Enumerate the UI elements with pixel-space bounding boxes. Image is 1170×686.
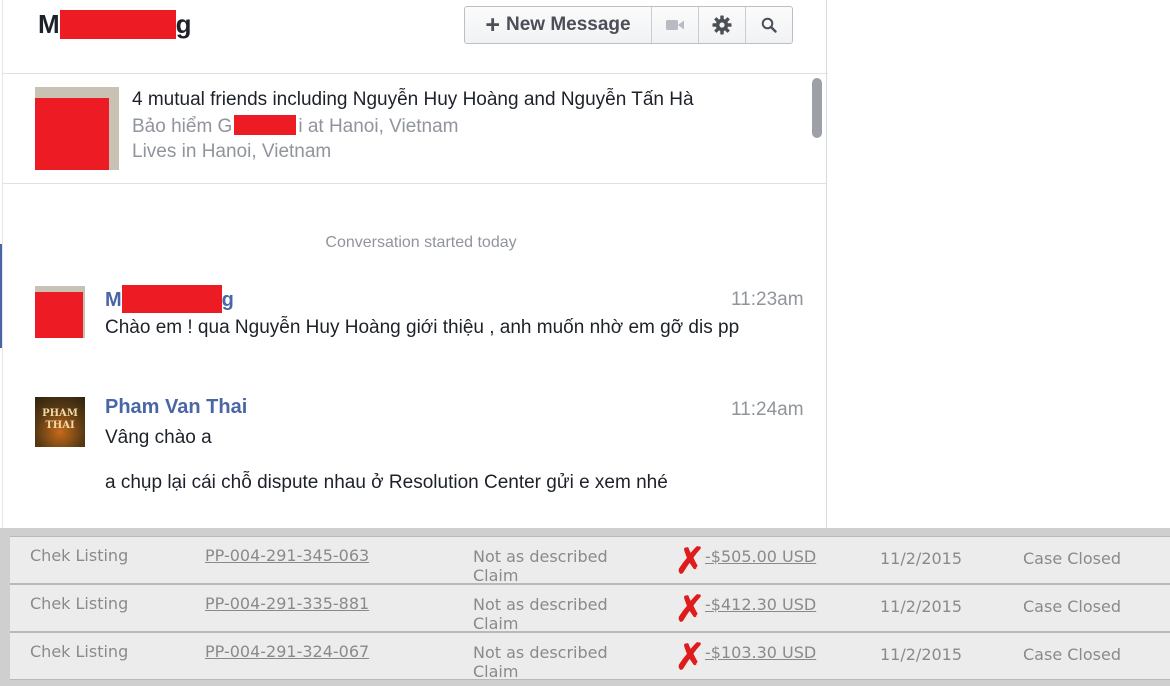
reason-line: Not as described	[473, 595, 608, 614]
sender-name-link[interactable]: Pham Van Thai	[105, 396, 247, 419]
case-status: Case Closed	[1023, 645, 1121, 664]
redaction-block	[234, 115, 297, 135]
case-date: 11/2/2015	[880, 597, 963, 616]
conversation-panel: Mg + New Message 4 mutual friends includ…	[0, 0, 828, 528]
contact-avatar[interactable]	[35, 87, 119, 170]
message-text: a chụp lại cái chỗ dispute nhau ở Resolu…	[105, 472, 668, 493]
case-status: Case Closed	[1023, 549, 1121, 568]
video-call-button[interactable]	[652, 7, 699, 43]
reason-line: Claim	[473, 566, 519, 585]
redaction-block	[59, 10, 176, 39]
avatar-text: THAI	[45, 420, 75, 431]
red-x-mark-icon: ✗	[675, 540, 706, 581]
red-x-mark-icon: ✗	[675, 588, 706, 629]
panel-border-right	[826, 0, 827, 528]
case-reason: Not as described Claim	[473, 547, 608, 585]
reason-line: Not as described	[473, 547, 608, 566]
work-info: Bảo hiểm G i at Hanoi, Vietnam	[132, 115, 459, 138]
amount-link[interactable]: -$505.00 USD	[705, 547, 816, 566]
reason-line: Claim	[473, 614, 519, 633]
search-icon	[761, 17, 777, 33]
mutual-friends-text: 4 mutual friends including Nguyễn Huy Ho…	[132, 89, 694, 110]
settings-button[interactable]	[699, 7, 746, 43]
lives-in-text: Lives in Hanoi, Vietnam	[132, 141, 332, 162]
table-row: Chek Listing PP-004-291-335-881 Not as d…	[10, 584, 1170, 633]
avatar-text: PHAM	[42, 408, 78, 419]
transactions-table: Chek Listing PP-004-291-345-063 Not as d…	[0, 528, 1170, 686]
sender-avatar[interactable]: PHAM THAI	[35, 397, 85, 447]
amount-link[interactable]: -$412.30 USD	[705, 595, 816, 614]
contact-profile-card: 4 mutual friends including Nguyễn Huy Ho…	[2, 74, 826, 183]
search-button[interactable]	[746, 7, 792, 43]
gear-icon	[712, 15, 732, 35]
reason-line: Claim	[473, 662, 519, 681]
table-row: Chek Listing PP-004-291-324-067 Not as d…	[10, 632, 1170, 681]
work-suffix: i at Hanoi, Vietnam	[298, 116, 459, 137]
new-message-label: New Message	[505, 14, 631, 35]
redaction-block	[35, 98, 109, 170]
table-row: Chek Listing PP-004-291-345-063 Not as d…	[10, 536, 1170, 585]
scrollbar-thumb[interactable]	[812, 78, 822, 138]
case-id-link[interactable]: PP-004-291-324-067	[205, 642, 369, 661]
case-date: 11/2/2015	[880, 549, 963, 568]
case-id-link[interactable]: PP-004-291-345-063	[205, 546, 369, 565]
message-text: Chào em ! qua Nguyễn Huy Hoàng giới thiệ…	[105, 317, 740, 338]
message-timestamp: 11:23am	[731, 289, 804, 310]
title-prefix: M	[38, 9, 60, 39]
title-suffix: g	[175, 9, 192, 39]
case-reason: Not as described Claim	[473, 595, 608, 633]
reason-line: Not as described	[473, 643, 608, 662]
case-date: 11/2/2015	[880, 645, 963, 664]
sender-avatar[interactable]	[35, 286, 85, 338]
plus-icon: +	[485, 11, 500, 39]
amount-link[interactable]: -$103.30 USD	[705, 643, 816, 662]
work-prefix: Bảo hiểm G	[132, 116, 233, 137]
case-reason: Not as described Claim	[473, 643, 608, 681]
redaction-block	[121, 285, 222, 313]
sender-name-suffix: g	[221, 289, 234, 311]
message-timestamp: 11:24am	[731, 399, 804, 420]
new-message-button[interactable]: + New Message	[465, 7, 652, 43]
transaction-type: Chek Listing	[30, 642, 129, 661]
sender-name-link[interactable]: Mg	[105, 285, 234, 313]
case-status: Case Closed	[1023, 597, 1121, 616]
message-text: Vâng chào a	[105, 427, 212, 448]
profile-divider	[2, 183, 826, 184]
redaction-block	[35, 292, 83, 338]
transaction-type: Chek Listing	[30, 594, 129, 613]
case-id-link[interactable]: PP-004-291-335-881	[205, 594, 369, 613]
conversation-started-label: Conversation started today	[325, 234, 517, 251]
conversation-toolbar: + New Message	[464, 6, 793, 44]
conversation-title: Mg	[38, 8, 192, 40]
transaction-type: Chek Listing	[30, 546, 129, 565]
sender-name-prefix: M	[105, 289, 122, 311]
red-x-mark-icon: ✗	[675, 636, 706, 677]
selected-thread-indicator	[0, 244, 2, 348]
video-camera-icon	[666, 20, 684, 30]
